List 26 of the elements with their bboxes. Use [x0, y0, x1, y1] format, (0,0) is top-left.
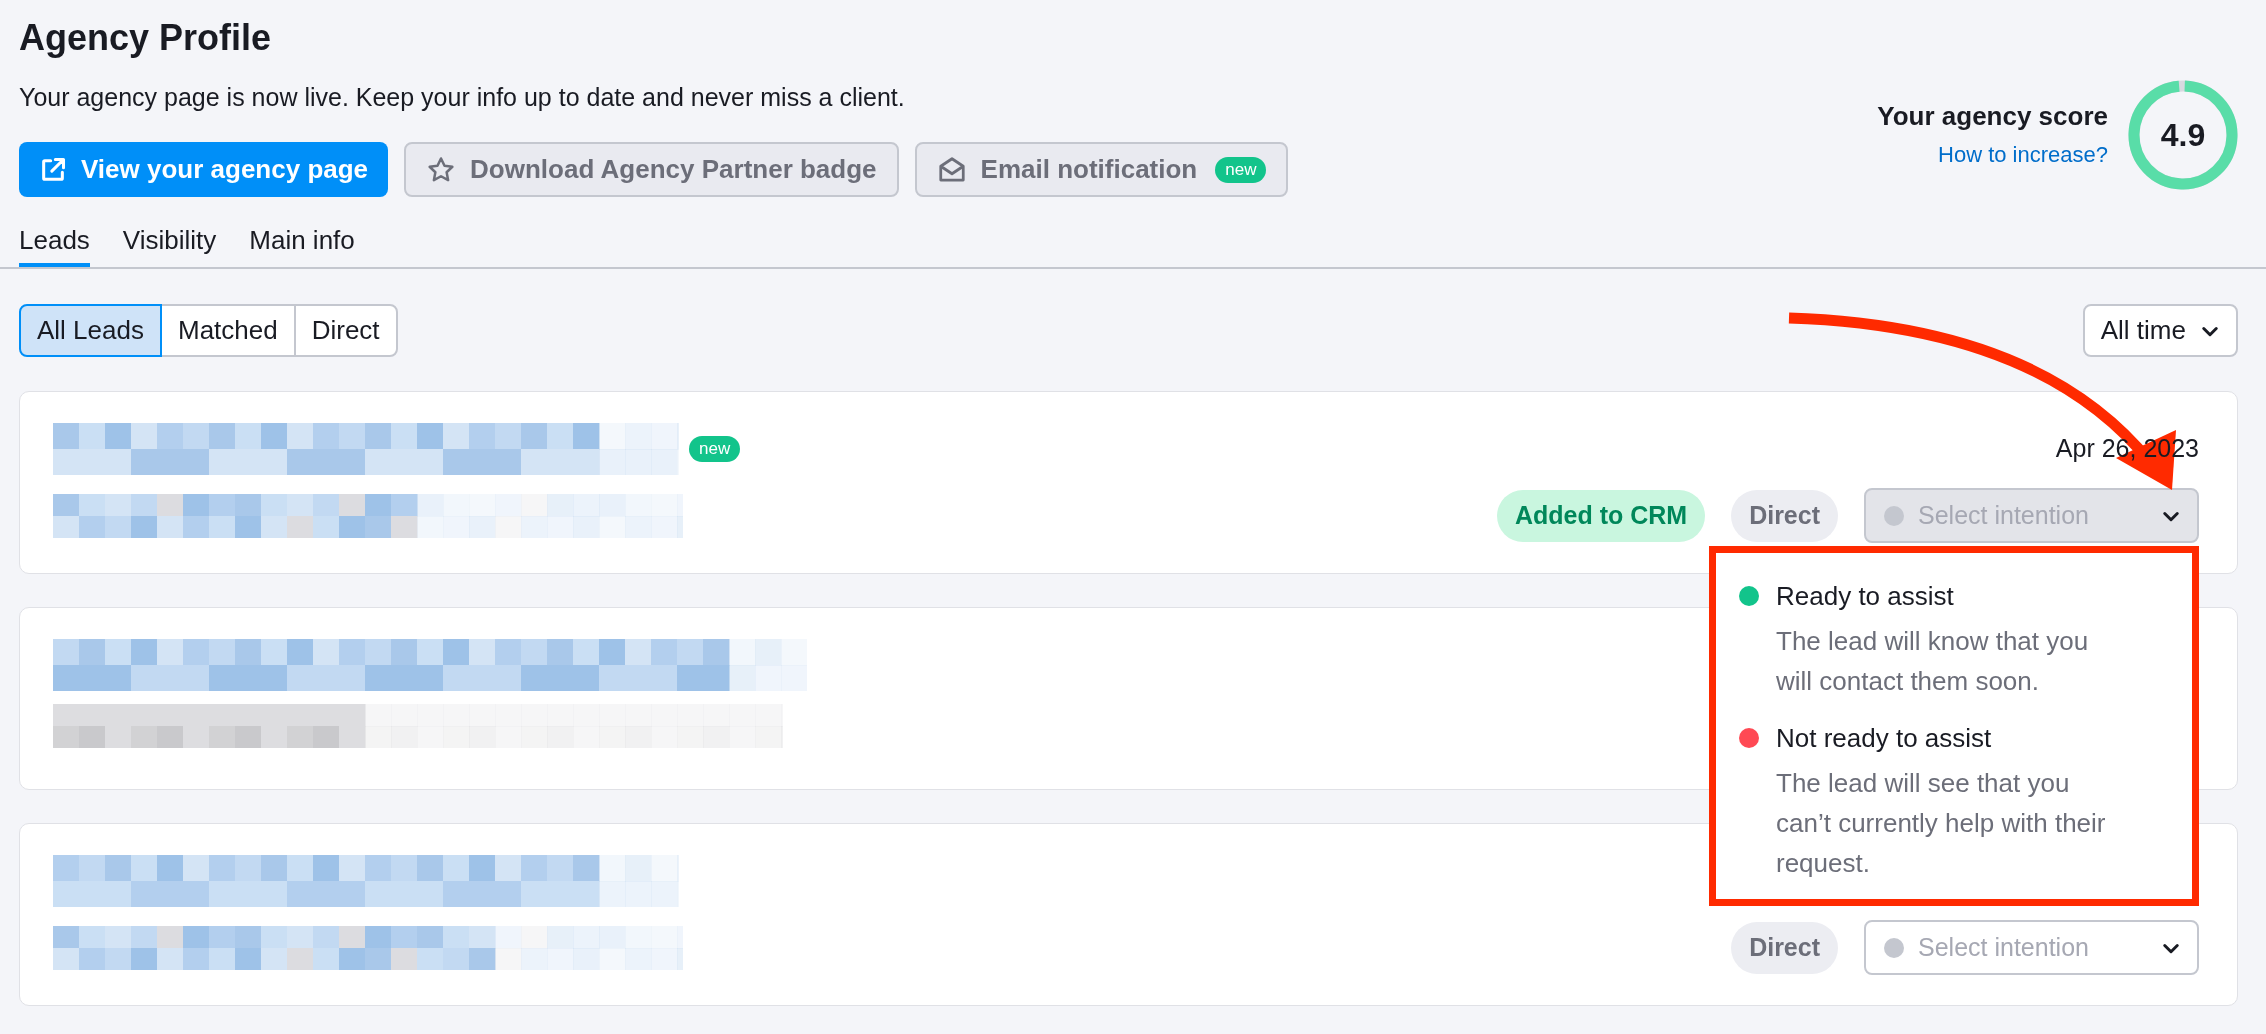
crm-tag: Added to CRM — [1496, 489, 1706, 542]
option-label: Not ready to assist — [1776, 722, 1993, 755]
filter-button[interactable]: Matched — [159, 304, 296, 357]
increase-link[interactable]: How to increase? — [1938, 138, 2108, 171]
option-description: The lead will see that you can’t currently help with their request. — [1776, 767, 2107, 880]
menu-option[interactable]: Ready to assist The lead will know that you will contact them soon. — [1739, 579, 2176, 701]
email-notification-button[interactable]: Email notification new — [914, 142, 1289, 197]
tab[interactable]: Main info — [249, 217, 355, 267]
period-dropdown[interactable]: All time — [2082, 304, 2238, 357]
option-label: Ready to assist — [1776, 580, 1955, 613]
new-badge: new — [1215, 156, 1267, 183]
tab[interactable]: Leads — [19, 217, 90, 267]
score-value: 4.9 — [2160, 115, 2206, 155]
tab[interactable]: Visibility — [122, 217, 217, 267]
page-title: Agency Profile — [19, 16, 272, 60]
external-link-icon — [39, 155, 67, 184]
source-tag: Direct — [1731, 489, 1838, 542]
page-subtitle: Your agency page is now live. Keep your info up to date and never miss a client. — [19, 82, 905, 113]
filter-button[interactable]: All Leads — [19, 304, 162, 357]
menu-option[interactable]: Not ready to assist The lead will see that you can’t currently help with their request. — [1739, 721, 2176, 883]
new-badge: new — [689, 436, 741, 462]
download-badge-button[interactable]: Download Agency Partner badge — [404, 142, 899, 197]
filter-button[interactable]: Direct — [293, 304, 398, 357]
source-tag: Direct — [1731, 921, 1838, 974]
option-description: The lead will know that you will contact them soon. — [1776, 625, 2090, 698]
score-label: Your agency score — [1877, 99, 2108, 133]
